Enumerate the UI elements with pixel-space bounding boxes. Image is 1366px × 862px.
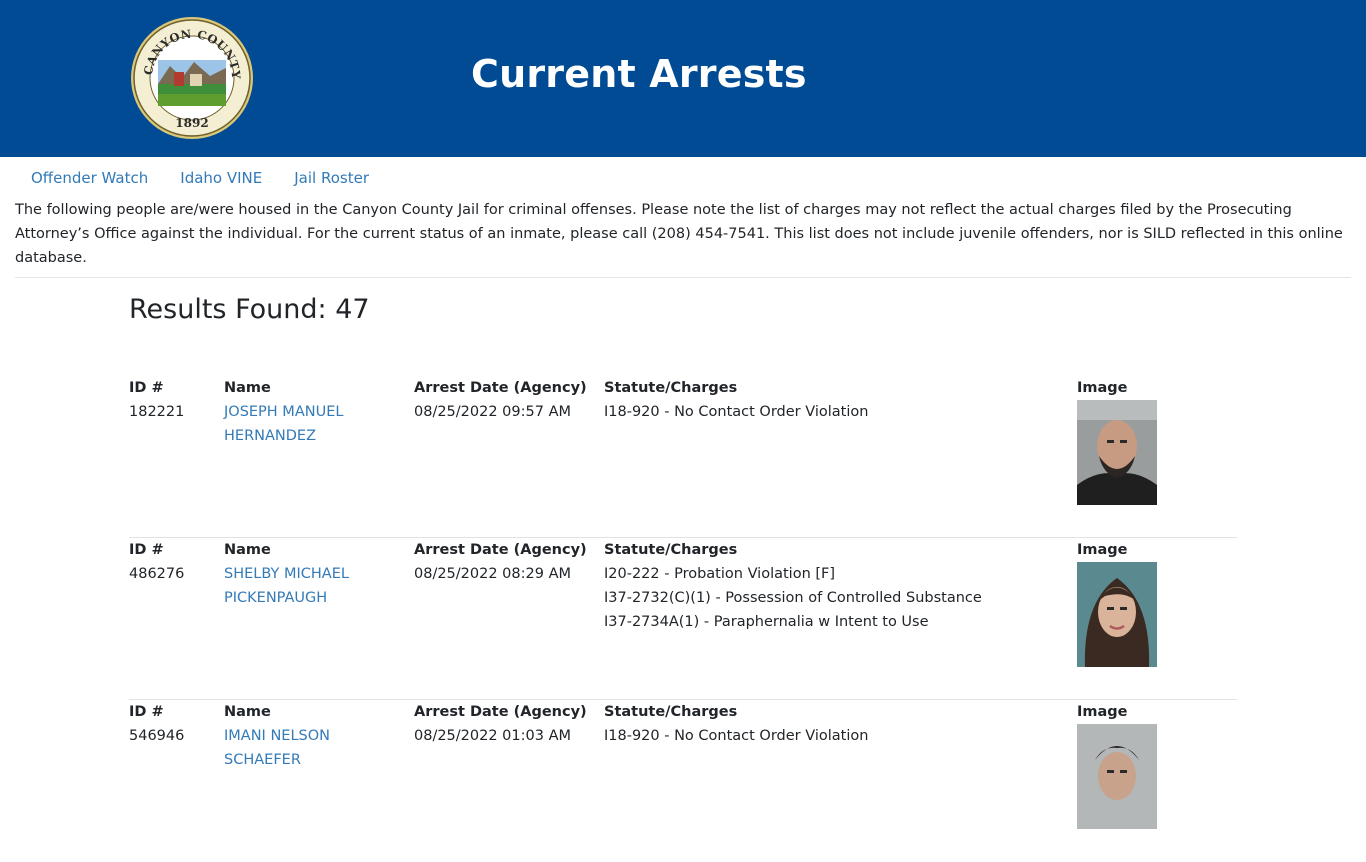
header-image: Image <box>1077 380 1128 396</box>
record-name-first: JOSEPH MANUEL <box>224 404 344 420</box>
record-charge: I18-920 - No Contact Order Violation <box>604 728 869 744</box>
header-charges: Statute/Charges <box>604 704 738 720</box>
disclaimer-text: The following people are/were housed in … <box>15 202 1343 266</box>
header-image: Image <box>1077 542 1128 558</box>
top-nav: Offender Watch Idaho VINE Jail Roster <box>31 166 401 190</box>
header-image: Image <box>1077 704 1128 720</box>
arrest-record: ID # 182221 Name JOSEPH MANUEL HERNANDEZ… <box>129 376 1237 538</box>
header-banner: CANYON COUNTY IDAHO 1892 Current Arrests <box>0 0 1366 157</box>
record-name-first: IMANI NELSON <box>224 728 330 744</box>
mugshot-photo[interactable] <box>1077 724 1157 829</box>
header-id: ID # <box>129 380 164 396</box>
header-arrest-date: Arrest Date (Agency) <box>414 542 587 558</box>
record-charge: I37-2734A(1) - Paraphernalia w Intent to… <box>604 614 929 630</box>
header-id: ID # <box>129 704 164 720</box>
header-name: Name <box>224 704 271 720</box>
record-arrest-date: 08/25/2022 08:29 AM <box>414 566 572 582</box>
header-id: ID # <box>129 542 164 558</box>
nav-jail-roster[interactable]: Jail Roster <box>294 166 369 190</box>
record-name-last: PICKENPAUGH <box>224 590 328 606</box>
record-id: 546946 <box>129 728 185 744</box>
record-name-first: SHELBY MICHAEL <box>224 566 349 582</box>
record-name-link[interactable]: JOSEPH MANUEL HERNANDEZ <box>224 400 404 448</box>
page-title: Current Arrests <box>471 52 807 96</box>
nav-idaho-vine[interactable]: Idaho VINE <box>180 166 262 190</box>
record-name-link[interactable]: SHELBY MICHAEL PICKENPAUGH <box>224 562 404 610</box>
record-name-last: SCHAEFER <box>224 752 301 768</box>
results-count: Results Found: 47 <box>129 294 370 325</box>
arrest-records-list: ID # 182221 Name JOSEPH MANUEL HERNANDEZ… <box>129 376 1237 862</box>
record-arrest-date: 08/25/2022 09:57 AM <box>414 404 572 420</box>
header-name: Name <box>224 542 271 558</box>
record-charge: I18-920 - No Contact Order Violation <box>604 404 869 420</box>
record-name-link[interactable]: IMANI NELSON SCHAEFER <box>224 724 404 772</box>
record-arrest-date: 08/25/2022 01:03 AM <box>414 728 572 744</box>
county-seal-logo: CANYON COUNTY IDAHO 1892 <box>130 16 253 139</box>
nav-offender-watch[interactable]: Offender Watch <box>31 166 148 190</box>
seal-year: 1892 <box>175 116 208 130</box>
record-id: 486276 <box>129 566 185 582</box>
header-charges: Statute/Charges <box>604 542 738 558</box>
header-arrest-date: Arrest Date (Agency) <box>414 380 587 396</box>
header-name: Name <box>224 380 271 396</box>
header-charges: Statute/Charges <box>604 380 738 396</box>
divider <box>15 277 1351 278</box>
record-name-last: HERNANDEZ <box>224 428 317 444</box>
mugshot-photo[interactable] <box>1077 562 1157 667</box>
header-arrest-date: Arrest Date (Agency) <box>414 704 587 720</box>
record-id: 182221 <box>129 404 185 420</box>
arrest-record: ID # 486276 Name SHELBY MICHAEL PICKENPA… <box>129 538 1237 700</box>
arrest-record: ID # 546946 Name IMANI NELSON SCHAEFER A… <box>129 700 1237 862</box>
record-charge: I20-222 - Probation Violation [F] <box>604 566 836 582</box>
mugshot-photo[interactable] <box>1077 400 1157 505</box>
record-charge: I37-2732(C)(1) - Possession of Controlle… <box>604 590 982 606</box>
